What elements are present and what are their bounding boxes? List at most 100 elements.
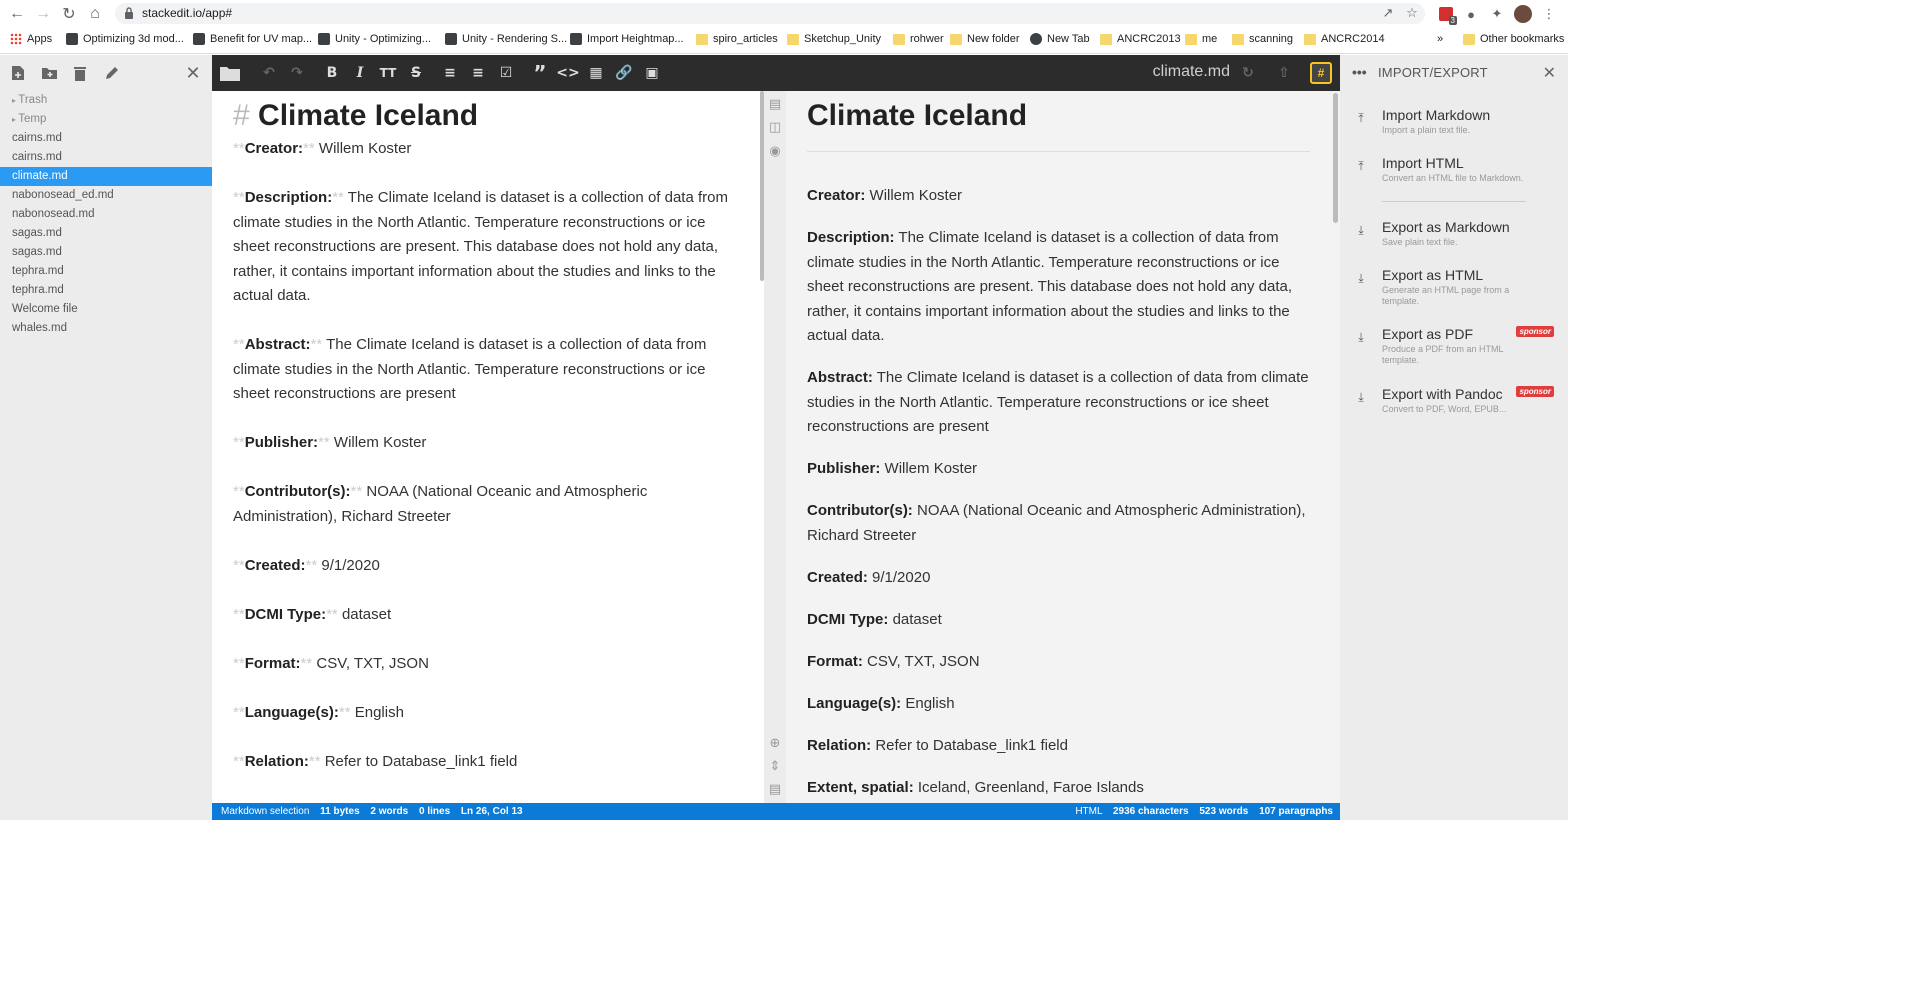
status-position: Ln 26, Col 13 — [460, 806, 523, 817]
bookmark-item[interactable]: New folder — [950, 31, 1020, 47]
bold-mark: ** — [326, 605, 338, 623]
panel-action-item[interactable]: ⤒ Import Markdown Import a plain text file… — [1354, 107, 1554, 147]
bookmark-item[interactable]: Apps — [10, 31, 52, 47]
panel-action-item[interactable]: ⤓ Export with Pandoc Convert to PDF, Word,… — [1354, 386, 1554, 426]
folder-icon — [1463, 33, 1475, 45]
strikethrough-icon[interactable]: S — [406, 63, 426, 83]
explorer-file[interactable]: sagas.md — [0, 243, 212, 262]
explorer-file[interactable]: tephra.md — [0, 262, 212, 281]
bold-icon[interactable]: B — [322, 63, 342, 83]
address-bar[interactable]: stackedit.io/app# ↗ ☆ — [115, 3, 1425, 24]
ordered-list-icon[interactable]: ≡ — [468, 63, 488, 83]
explorer-file[interactable]: whales.md — [0, 319, 212, 338]
bookmark-item[interactable]: Benefit for UV map... — [193, 31, 312, 47]
editor-paragraph: **Language(s):** English — [233, 701, 742, 726]
bookmark-item[interactable]: ANCRC2014 — [1304, 31, 1385, 47]
explorer-file[interactable]: climate.md — [0, 167, 212, 186]
preview-eye-icon[interactable]: ◉ — [768, 143, 782, 158]
panel-action-item[interactable]: ⤓ Export as Markdown Save plain text file. — [1354, 219, 1554, 259]
panel-title: IMPORT/EXPORT — [1378, 65, 1488, 80]
toggle-explorer-folder-icon[interactable] — [220, 63, 240, 83]
explorer-file[interactable]: nabonosead.md — [0, 205, 212, 224]
publish-icon[interactable]: ⇧ — [1274, 63, 1294, 83]
open-in-app-icon[interactable]: ↗ — [1379, 4, 1397, 22]
document-title[interactable]: climate.md — [1153, 63, 1230, 81]
toggle-navbar-icon[interactable]: ▤ — [768, 96, 782, 111]
toggle-side-panel-hash-icon[interactable]: # — [1310, 62, 1332, 84]
blockquote-icon[interactable]: ” — [530, 61, 550, 85]
explorer-file[interactable]: tephra.md — [0, 281, 212, 300]
heading-icon[interactable]: TT — [378, 63, 398, 83]
toggle-side-preview-icon[interactable]: ◫ — [768, 119, 782, 134]
redo-icon[interactable]: ↷ — [287, 63, 307, 83]
back-arrow-icon[interactable]: ← — [6, 3, 28, 25]
new-file-icon[interactable] — [9, 64, 27, 82]
explorer-folder[interactable]: Temp — [0, 110, 212, 129]
delete-icon[interactable] — [71, 64, 89, 82]
preview-paragraph: Created: 9/1/2020 — [807, 566, 1310, 591]
bookmark-item[interactable]: scanning — [1232, 31, 1293, 47]
table-icon[interactable]: ▦ — [586, 63, 606, 83]
link-icon[interactable]: 🔗 — [614, 63, 634, 83]
bookmark-item[interactable]: spiro_articles — [696, 31, 778, 47]
unordered-list-icon[interactable]: ≡ — [440, 63, 460, 83]
bookmark-item[interactable]: me — [1185, 31, 1217, 47]
bookmark-item[interactable]: Optimizing 3d mod... — [66, 31, 184, 47]
bookmark-item[interactable]: rohwer — [893, 31, 944, 47]
panel-action-item[interactable]: ⤓ Export as HTML Generate an HTML page fro… — [1354, 267, 1554, 307]
profile-avatar[interactable] — [1514, 5, 1532, 23]
other-bookmarks[interactable]: Other bookmarks — [1463, 31, 1564, 47]
home-icon[interactable]: ⌂ — [84, 3, 106, 25]
field-key: Created: — [244, 556, 306, 574]
italic-icon[interactable]: I — [350, 63, 370, 83]
field-key: Contributor(s): — [807, 502, 913, 519]
bookmark-item[interactable]: Sketchup_Unity — [787, 31, 881, 47]
browser-menu-icon[interactable]: ⋮ — [1540, 5, 1558, 23]
panel-menu-icon[interactable]: ••• — [1352, 64, 1367, 80]
url-text: stackedit.io/app# — [142, 6, 233, 20]
extension-pinterest-icon[interactable]: 3 — [1437, 5, 1457, 25]
more-bookmarks-chevron-icon[interactable]: » — [1437, 31, 1443, 47]
check-list-icon[interactable]: ☑ — [496, 63, 516, 83]
panel-action-item[interactable]: ⤓ Export as PDF Produce a PDF from an HTML… — [1354, 326, 1554, 366]
reload-icon[interactable]: ↻ — [58, 3, 80, 25]
code-icon[interactable]: <> — [556, 63, 579, 83]
toggle-statusbar-icon[interactable]: ▤ — [768, 781, 782, 796]
bookmark-item[interactable]: Unity - Rendering S... — [445, 31, 567, 47]
download-icon: ⤓ — [1358, 223, 1364, 237]
preview-scrollbar[interactable] — [1333, 93, 1338, 223]
extensions-puzzle-icon[interactable]: ✦ — [1488, 5, 1506, 23]
close-explorer-icon[interactable]: ✕ — [184, 63, 202, 83]
undo-icon[interactable]: ↶ — [259, 63, 279, 83]
editor-paragraph: **Publisher:** Willem Koster — [233, 431, 742, 456]
bookmark-item[interactable]: Unity - Optimizing... — [318, 31, 431, 47]
bookmark-item[interactable]: New Tab — [1030, 31, 1090, 47]
status-characters: 2936 characters — [1112, 806, 1189, 817]
explorer-file[interactable]: cairns.md — [0, 148, 212, 167]
forward-arrow-icon[interactable]: → — [32, 3, 54, 25]
rename-pencil-icon[interactable] — [102, 64, 120, 82]
preview-paragraph: Language(s): English — [807, 692, 1310, 717]
bookmark-item[interactable]: ANCRC2013 — [1100, 31, 1181, 47]
field-value: dataset — [341, 605, 392, 623]
focus-mode-icon[interactable]: ⊕ — [768, 735, 782, 750]
panel-action-item[interactable]: ⤒ Import HTML Convert an HTML file to Mark… — [1354, 155, 1554, 195]
explorer-folder[interactable]: Trash — [0, 91, 212, 110]
explorer-file[interactable]: sagas.md — [0, 224, 212, 243]
explorer-file[interactable]: nabonosead_ed.md — [0, 186, 212, 205]
bookmark-item[interactable]: Import Heightmap... — [570, 31, 684, 47]
extension-circle-icon[interactable]: ● — [1462, 5, 1480, 23]
panel-item-subtitle: Convert to PDF, Word, EPUB... — [1382, 404, 1507, 414]
field-key: Abstract: — [244, 336, 311, 353]
markdown-editor[interactable]: # Climate Iceland **Creator:** Willem Ko… — [212, 91, 764, 803]
new-folder-icon[interactable] — [40, 64, 58, 82]
scroll-sync-icon[interactable]: ⇕ — [768, 758, 782, 773]
sync-icon[interactable]: ↻ — [1238, 63, 1258, 83]
explorer-file[interactable]: Welcome file — [0, 300, 212, 319]
image-icon[interactable]: ▣ — [642, 63, 662, 83]
close-panel-icon[interactable]: ✕ — [1543, 63, 1556, 83]
folder-icon — [1232, 33, 1244, 45]
bookmark-star-icon[interactable]: ☆ — [1403, 4, 1421, 22]
explorer-file[interactable]: cairns.md — [0, 129, 212, 148]
sponsor-badge: sponsor — [1516, 386, 1554, 397]
